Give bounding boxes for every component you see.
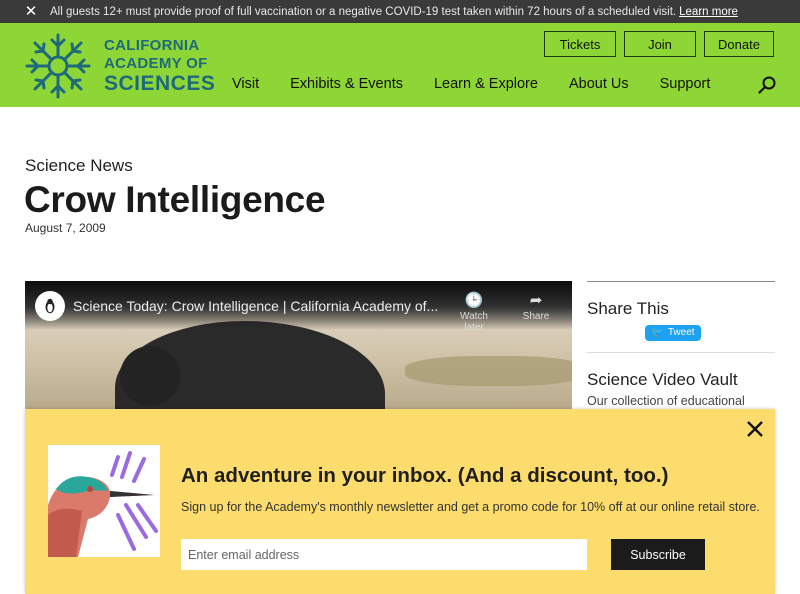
video-player[interactable]: Science Today: Crow Intelligence | Calif… (25, 281, 572, 411)
donate-button[interactable]: Donate (704, 31, 774, 57)
subscribe-button[interactable]: Subscribe (611, 539, 705, 570)
nav-item-support[interactable]: Support (660, 76, 711, 92)
academy-logo[interactable]: CALIFORNIA ACADEMY OF SCIENCES (24, 32, 215, 100)
covid-alert-bar: ✕ All guests 12+ must provide proof of f… (0, 0, 800, 23)
clock-icon: 🕒 (464, 292, 484, 309)
page-title: Crow Intelligence (24, 179, 326, 220)
logo-line-1: CALIFORNIA (104, 37, 200, 54)
tweet-button[interactable]: 🐦 Tweet (645, 324, 701, 341)
article-sidebar: Share This 🐦 Tweet Science Video Vault O… (587, 281, 775, 422)
alert-message: All guests 12+ must provide proof of ful… (50, 5, 677, 18)
sidebar-divider-2 (587, 351, 775, 353)
snowflake-logo-icon (25, 33, 91, 99)
share-heading: Share This (587, 299, 669, 318)
video-background-shrub (405, 356, 572, 386)
twitter-bird-icon: 🐦 (651, 327, 664, 338)
nav-item-about-us[interactable]: About Us (569, 76, 629, 92)
email-field[interactable] (181, 539, 587, 570)
video-share-button[interactable]: ➦ Share (511, 291, 561, 322)
watch-later-label: Watch later (460, 311, 488, 333)
bird-illustration (48, 445, 160, 557)
nav-item-visit[interactable]: Visit (232, 76, 259, 92)
article-date: August 7, 2009 (25, 221, 106, 235)
site-header: CALIFORNIA ACADEMY OF SCIENCES Tickets J… (0, 23, 800, 107)
nav-item-exhibits-events[interactable]: Exhibits & Events (290, 76, 403, 92)
close-alert-icon[interactable]: ✕ (20, 4, 42, 19)
sidebar-divider (587, 281, 775, 282)
channel-avatar[interactable] (35, 291, 65, 321)
penguin-icon (45, 298, 55, 314)
video-title[interactable]: Science Today: Crow Intelligence | Calif… (73, 298, 438, 314)
crow-head (120, 346, 180, 406)
newsletter-popup: An adventure in your inbox. (And a disco… (25, 409, 775, 594)
video-share-label: Share (522, 311, 550, 322)
article-kicker: Science News (25, 156, 133, 175)
nav-item-learn-explore[interactable]: Learn & Explore (434, 76, 538, 92)
bee-eater-bird-icon (48, 451, 158, 557)
logo-wordmark: CALIFORNIA ACADEMY OF SCIENCES (104, 38, 215, 94)
learn-more-link[interactable]: Learn more (679, 6, 738, 18)
search-icon[interactable] (758, 76, 776, 94)
tickets-button[interactable]: Tickets (544, 31, 616, 57)
watch-later-button[interactable]: 🕒 Watch later (449, 291, 499, 333)
header-actions: Tickets Join Donate (544, 31, 774, 57)
main-nav: Visit Exhibits & Events Learn & Explore … (232, 76, 710, 92)
newsletter-subtext: Sign up for the Academy's monthly newsle… (181, 500, 760, 514)
close-icon[interactable] (745, 419, 765, 439)
logo-line-3: SCIENCES (104, 72, 216, 95)
join-button[interactable]: Join (624, 31, 696, 57)
share-arrow-icon: ➦ (529, 292, 543, 309)
newsletter-headline: An adventure in your inbox. (And a disco… (181, 464, 669, 487)
video-vault-heading[interactable]: Science Video Vault (587, 370, 775, 390)
tweet-label: Tweet (667, 327, 695, 338)
logo-line-2: ACADEMY OF (104, 55, 208, 72)
